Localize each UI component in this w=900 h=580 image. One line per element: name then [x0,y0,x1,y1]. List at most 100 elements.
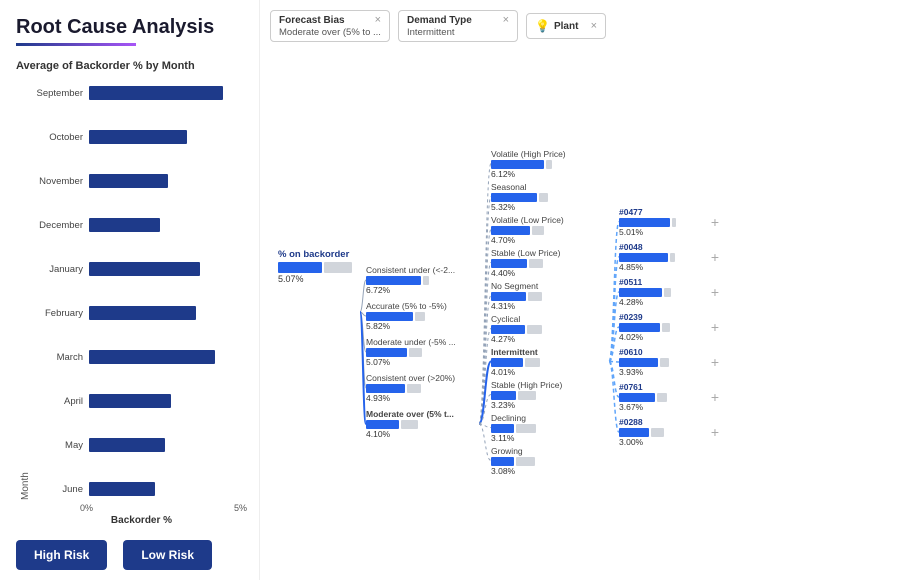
forecast-bias-close[interactable]: × [375,14,381,26]
level3-nodes: #0477 5.01% + #0048 4.85% [615,84,725,570]
bottom-buttons: High Risk Low Risk [16,540,247,570]
bar-track [89,350,247,364]
bar-row: April [31,390,247,412]
bar-label: February [31,308,89,319]
bar-fill [89,482,155,496]
bar-fill [89,438,165,452]
low-risk-button[interactable]: Low Risk [123,540,212,570]
level2-node: Growing 3.08% [491,446,609,476]
bar-label: April [31,396,89,407]
bar-row: September [31,82,247,104]
bar-track [89,438,247,452]
plant-filter[interactable]: 💡 Plant × [526,13,606,39]
bar-track [89,482,247,496]
demand-type-label: Demand Type [407,15,472,26]
add-button[interactable]: + [709,214,721,230]
x-axis-tick: 5% [234,503,247,513]
bar-row: October [31,126,247,148]
level2-node: Intermittent 4.01% [491,347,609,377]
left-panel: Root Cause Analysis Average of Backorder… [0,0,260,580]
level2-node: Volatile (High Price) 6.12% [491,149,609,179]
bar-fill [89,174,168,188]
level3-node: #0477 5.01% + [619,207,721,237]
demand-type-value: Intermittent [407,27,509,38]
level3-node: #0048 4.85% + [619,242,721,272]
forecast-bias-value: Moderate over (5% to ... [279,27,381,38]
title-underline [16,43,136,46]
level1-node: Moderate over (5% t... 4.10% [366,409,479,439]
bar-row: March [31,346,247,368]
x-axis: 0% 5% [16,500,247,513]
bar-row: November [31,170,247,192]
bar-row: February [31,302,247,324]
bar-label: November [31,176,89,187]
level2-node: Volatile (Low Price) 4.70% [491,215,609,245]
bar-track [89,86,247,100]
demand-type-filter[interactable]: Demand Type × Intermittent [398,10,518,42]
bar-track [89,174,247,188]
bar-fill [89,306,196,320]
forecast-bias-label: Forecast Bias [279,15,345,26]
bar-label: May [31,440,89,451]
bar-row: December [31,214,247,236]
high-risk-button[interactable]: High Risk [16,540,107,570]
forecast-bias-filter[interactable]: Forecast Bias × Moderate over (5% to ... [270,10,390,42]
page-title: Root Cause Analysis [16,16,247,39]
root-bar-bg [324,262,352,273]
bar-fill [89,218,160,232]
level2-node: Declining 3.11% [491,413,609,443]
add-button[interactable]: + [709,424,721,440]
x-axis-tick: 0% [80,503,93,513]
bar-row: May [31,434,247,456]
bar-fill [89,394,171,408]
bar-track [89,218,247,232]
level3-node: #0761 3.67% + [619,382,721,412]
bar-track [89,306,247,320]
add-button[interactable]: + [709,389,721,405]
root-label: % on backorder [278,249,349,260]
bar-track [89,130,247,144]
level2-node: Cyclical 4.27% [491,314,609,344]
add-button[interactable]: + [709,284,721,300]
level1-nodes: Consistent under (<-2... 6.72% Accurate … [360,134,485,570]
right-panel: Forecast Bias × Moderate over (5% to ...… [260,0,900,580]
bar-label: September [31,88,89,99]
level3-node: #0239 4.02% + [619,312,721,342]
level1-node: Accurate (5% to -5%) 5.82% [366,301,479,331]
chart-title: Average of Backorder % by Month [16,60,247,72]
bar-label: June [31,484,89,495]
bar-fill [89,262,200,276]
plant-label: Plant [554,21,578,32]
level2-node: No Segment 4.31% [491,281,609,311]
add-button[interactable]: + [709,319,721,335]
bar-label: January [31,264,89,275]
plant-icon: 💡 [535,19,550,33]
level2-node: Seasonal 5.32% [491,182,609,212]
add-button[interactable]: + [709,249,721,265]
level3-node: #0511 4.28% + [619,277,721,307]
y-axis-label: Month [16,82,31,500]
demand-type-close[interactable]: × [503,14,509,26]
level3-node: #0610 3.93% + [619,347,721,377]
plant-close[interactable]: × [591,20,597,32]
x-axis-title: Backorder % [16,515,247,526]
bar-label: October [31,132,89,143]
bars-container: September October November December Janu… [31,82,247,500]
bar-fill [89,86,223,100]
root-bar [278,262,322,273]
level1-node: Consistent under (<-2... 6.72% [366,265,479,295]
level1-node: Moderate under (-5% ... 5.07% [366,337,479,367]
level3-node: #0288 3.00% + [619,417,721,447]
bar-fill [89,350,215,364]
bar-track [89,394,247,408]
level2-node: Stable (Low Price) 4.40% [491,248,609,278]
filters-row: Forecast Bias × Moderate over (5% to ...… [270,10,892,42]
level1-node: Consistent over (>20%) 4.93% [366,373,479,403]
root-node: % on backorder 5.07% [270,54,360,570]
bar-row: June [31,478,247,500]
root-value: 5.07% [278,274,304,284]
chart-area: Month September October November Decembe… [16,82,247,500]
bar-label: December [31,220,89,231]
level2-nodes: Volatile (High Price) 6.12% Seasonal 5.3… [485,54,615,570]
add-button[interactable]: + [709,354,721,370]
